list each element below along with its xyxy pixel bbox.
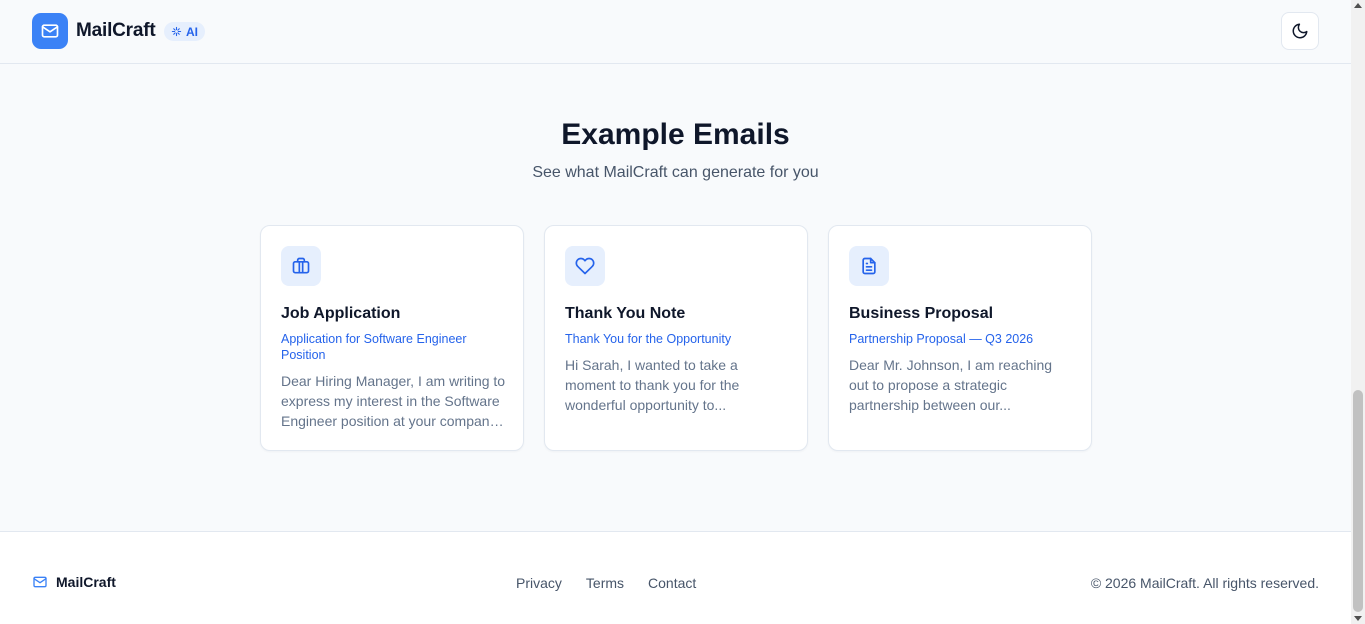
card-subject: Partnership Proposal — Q3 2026	[849, 332, 1034, 346]
copyright-text: © 2026 MailCraft. All rights reserved.	[1090, 575, 1319, 591]
sparkles-icon	[171, 26, 182, 37]
footer-brand-label: MailCraft	[56, 574, 116, 590]
mail-icon	[33, 576, 47, 588]
footer: MailCraft Privacy Terms Contact © 2026 M…	[0, 531, 1351, 624]
footer-link-contact[interactable]: Contact	[648, 575, 696, 591]
mail-icon	[41, 24, 59, 38]
scroll-thumb[interactable]	[1353, 390, 1363, 612]
logo-badge[interactable]	[32, 13, 68, 49]
heart-icon	[575, 257, 595, 275]
card-title: Thank You Note	[565, 305, 686, 322]
card-preview: Dear Hiring Manager, I am writing to exp…	[281, 373, 506, 429]
top-navbar: MailCraft AI	[0, 0, 1351, 64]
example-card-job-application[interactable]: Job Application Application for Software…	[260, 225, 524, 451]
footer-link-privacy[interactable]: Privacy	[516, 575, 562, 591]
brand-name[interactable]: MailCraft	[76, 20, 156, 42]
footer-brand[interactable]: MailCraft	[32, 574, 116, 590]
section-subtitle: See what MailCraft can generate for you	[532, 164, 819, 181]
document-icon	[862, 257, 876, 275]
footer-link-terms[interactable]: Terms	[586, 575, 624, 591]
example-card-business-proposal[interactable]: Business Proposal Partnership Proposal —…	[828, 225, 1092, 451]
scroll-down-arrow-icon[interactable]	[1354, 616, 1362, 621]
scroll-up-arrow-icon[interactable]	[1354, 3, 1362, 8]
ai-badge-label: AI	[186, 24, 198, 39]
footer-links: Privacy Terms Contact	[516, 575, 696, 591]
theme-toggle-button[interactable]	[1281, 12, 1319, 50]
card-icon-container	[565, 246, 605, 286]
briefcase-icon	[292, 257, 310, 274]
example-card-thank-you-note[interactable]: Thank You Note Thank You for the Opportu…	[544, 225, 808, 451]
card-subject: Application for Software Engineer Positi…	[281, 332, 467, 362]
card-icon-container	[849, 246, 889, 286]
ai-badge: AI	[164, 22, 205, 41]
card-preview: Hi Sarah, I wanted to take a moment to t…	[565, 357, 740, 413]
card-preview: Dear Mr. Johnson, I am reaching out to p…	[849, 357, 1053, 413]
card-subject: Thank You for the Opportunity	[565, 332, 732, 346]
moon-icon	[1292, 23, 1308, 39]
card-title: Business Proposal	[849, 305, 994, 322]
card-title: Job Application	[281, 305, 401, 322]
section-title: Example Emails	[561, 118, 790, 151]
page-scrollbar[interactable]	[1351, 0, 1365, 624]
card-icon-container	[281, 246, 321, 286]
